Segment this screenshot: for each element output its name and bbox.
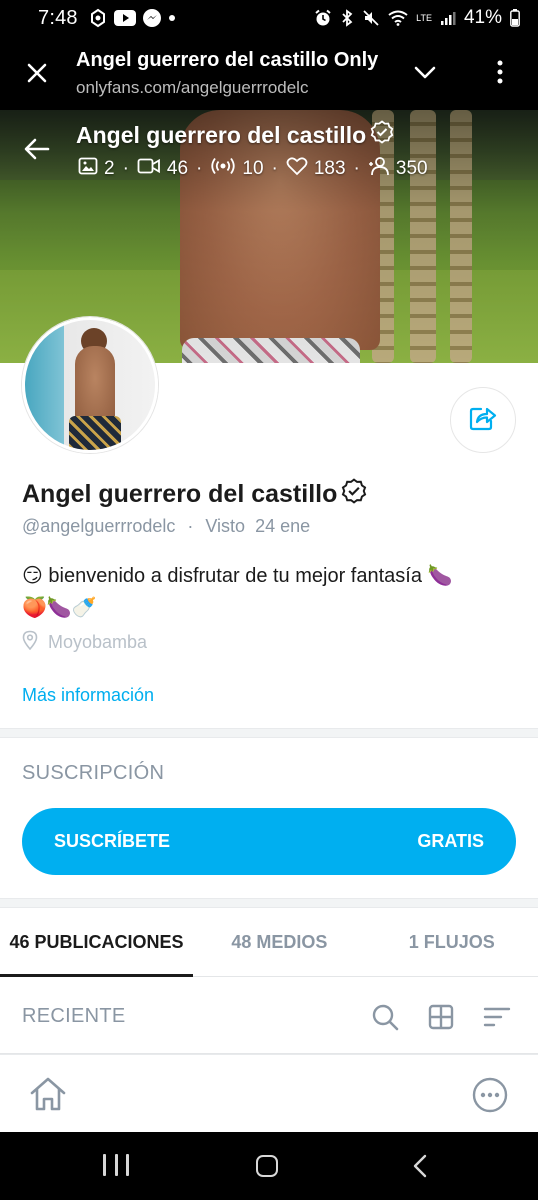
recents-bar bbox=[114, 1154, 118, 1176]
section-divider bbox=[0, 728, 538, 738]
stat-videos-count: 46 bbox=[166, 158, 189, 179]
stat-fans: 350 bbox=[368, 156, 428, 182]
tab-streams[interactable]: 1 FLUJOS bbox=[366, 909, 538, 976]
cover-stats: 2 · 46 · 10 · 183 · 350 bbox=[78, 156, 428, 182]
profile-handle: @angelguerrrodelc bbox=[22, 516, 176, 536]
recents-button[interactable] bbox=[103, 1154, 129, 1178]
section-divider bbox=[0, 898, 538, 908]
tab-posts[interactable]: 46 PUBLICACIONES bbox=[0, 909, 194, 977]
stat-likes-count: 183 bbox=[313, 158, 346, 179]
share-button[interactable] bbox=[450, 387, 516, 453]
page-title: Angel guerrero del castillo Only bbox=[76, 49, 379, 71]
tab-media[interactable]: 48 MEDIOS bbox=[193, 909, 365, 976]
profile-bio: 😏 bienvenido a disfrutar de tu mejor fan… bbox=[22, 560, 522, 624]
avatar-shorts bbox=[69, 416, 121, 450]
stat-separator: · bbox=[271, 158, 278, 179]
page-url[interactable]: onlyfans.com/angelguerrrodelc bbox=[76, 78, 308, 98]
bio-line: 😏 bienvenido a disfrutar de tu mejor fan… bbox=[22, 565, 453, 587]
battery-icon bbox=[510, 9, 520, 27]
more-vert-icon[interactable] bbox=[488, 56, 512, 88]
verified-badge-icon bbox=[341, 478, 367, 511]
subscribe-price: GRATIS bbox=[417, 831, 484, 851]
bottom-nav bbox=[0, 1054, 538, 1132]
grid-icon[interactable] bbox=[424, 1000, 458, 1034]
stat-fans-count: 350 bbox=[395, 158, 428, 179]
mute-icon bbox=[362, 9, 380, 27]
stat-separator: · bbox=[196, 158, 203, 179]
status-time: 7:48 bbox=[38, 6, 78, 29]
verified-badge-icon bbox=[370, 120, 394, 150]
profile-location: Moyobamba bbox=[22, 630, 147, 655]
recent-toolbar: RECIENTE bbox=[0, 978, 538, 1054]
handle-separator: · bbox=[187, 516, 194, 536]
stream-icon bbox=[210, 156, 236, 182]
more-info-link[interactable]: Más información bbox=[22, 685, 154, 706]
location-text: Moyobamba bbox=[48, 632, 148, 652]
avatar[interactable] bbox=[22, 317, 158, 453]
stat-streams-count: 10 bbox=[242, 158, 264, 179]
recents-bar bbox=[103, 1154, 106, 1176]
profile-tabs: 46 PUBLICACIONES 48 MEDIOS 1 FLUJOS bbox=[0, 909, 538, 977]
wifi-icon bbox=[388, 10, 408, 26]
signal-icon bbox=[440, 10, 456, 26]
search-icon[interactable] bbox=[368, 1000, 402, 1034]
profile-name: Angel guerrero del castillo bbox=[22, 478, 367, 511]
stat-separator: · bbox=[353, 158, 360, 179]
sync-icon bbox=[88, 8, 108, 28]
system-navigation-bar bbox=[0, 1132, 538, 1200]
stat-likes: 183 bbox=[286, 156, 346, 182]
recent-actions bbox=[368, 1000, 514, 1034]
battery-percent: 41% bbox=[463, 7, 502, 28]
stat-videos: 46 bbox=[137, 157, 188, 181]
stat-photos-count: 2 bbox=[104, 158, 115, 179]
status-bar: 7:48 LTE 41% bbox=[0, 0, 538, 36]
stat-photos: 2 bbox=[78, 156, 115, 182]
subscribe-button[interactable]: SUSCRÍBETE GRATIS bbox=[22, 808, 516, 875]
heart-icon bbox=[286, 156, 308, 182]
close-icon[interactable] bbox=[22, 58, 52, 88]
cover-name-text: Angel guerrero del castillo bbox=[76, 121, 367, 148]
profile-name-text: Angel guerrero del castillo bbox=[22, 480, 338, 508]
sort-icon[interactable] bbox=[480, 1000, 514, 1034]
notification-dot-icon bbox=[168, 14, 176, 22]
more-horiz-icon[interactable] bbox=[471, 1076, 509, 1114]
system-back-button[interactable] bbox=[408, 1153, 432, 1179]
recents-bar bbox=[126, 1154, 129, 1176]
video-icon bbox=[137, 157, 161, 181]
subscribe-label: SUSCRÍBETE bbox=[54, 831, 171, 851]
subscription-title: SUSCRIPCIÓN bbox=[22, 762, 165, 784]
youtube-icon bbox=[113, 10, 136, 26]
last-seen: Visto 24 ene bbox=[205, 516, 311, 536]
bio-line: 🍑🍆🍼 bbox=[22, 597, 97, 619]
bluetooth-icon bbox=[340, 9, 354, 27]
home-icon[interactable] bbox=[28, 1075, 68, 1113]
system-home-button[interactable] bbox=[256, 1155, 278, 1177]
recent-label: RECIENTE bbox=[22, 1005, 126, 1027]
share-icon bbox=[469, 405, 497, 436]
stat-streams: 10 bbox=[210, 156, 264, 182]
arrow-back-icon[interactable] bbox=[22, 134, 52, 164]
avatar-person bbox=[75, 346, 115, 426]
alarm-icon bbox=[314, 9, 332, 27]
stat-separator: · bbox=[122, 158, 129, 179]
handle-row: @angelguerrrodelc · Visto 24 ene bbox=[22, 516, 310, 537]
status-notification-icons bbox=[88, 8, 176, 28]
chevron-down-icon[interactable] bbox=[410, 60, 440, 86]
fans-icon bbox=[368, 156, 390, 182]
location-pin-icon bbox=[22, 630, 38, 655]
cover-profile-name: Angel guerrero del castillo bbox=[76, 120, 394, 150]
custom-tab-header: Angel guerrero del castillo Only onlyfan… bbox=[0, 36, 538, 110]
status-system-icons: LTE 41% bbox=[314, 7, 520, 29]
messenger-icon bbox=[142, 8, 162, 28]
lte-label: LTE bbox=[416, 12, 432, 23]
image-icon bbox=[78, 156, 98, 182]
